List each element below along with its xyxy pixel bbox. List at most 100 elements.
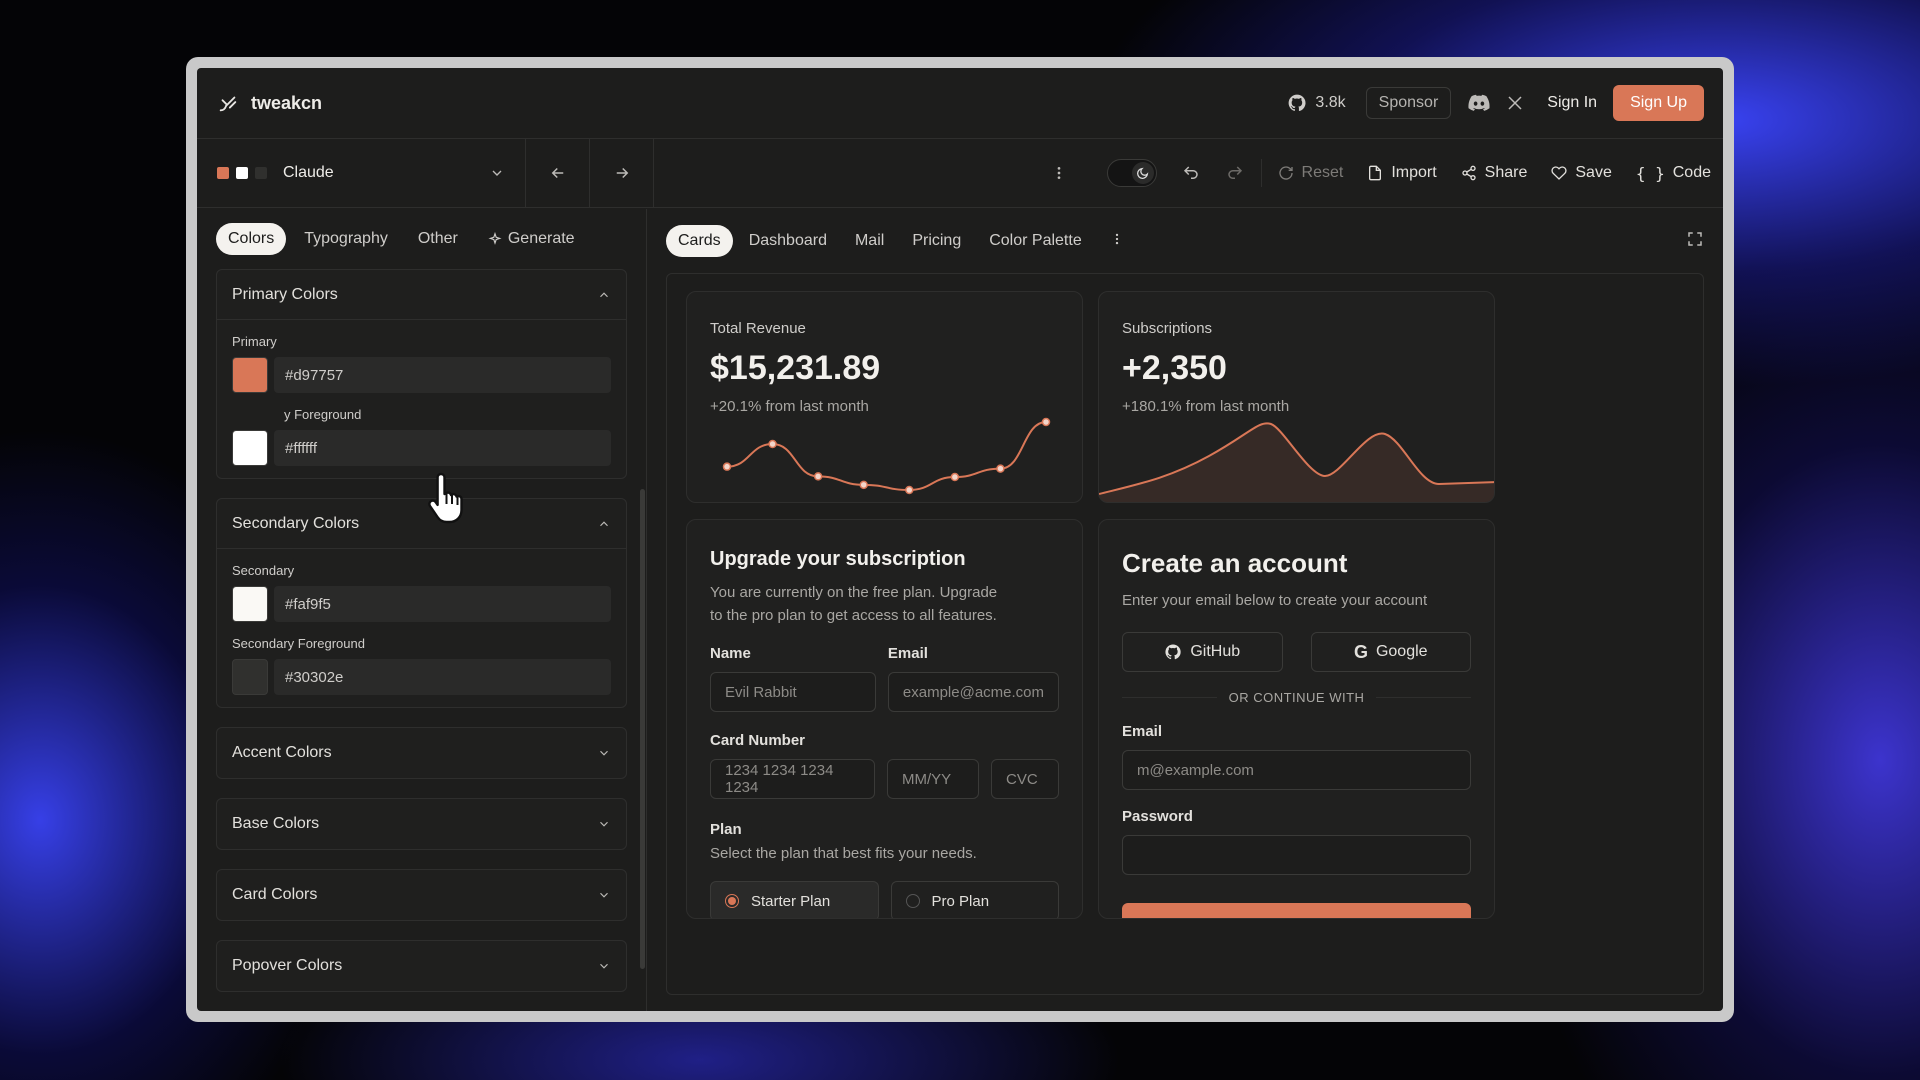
color-swatch-secondary[interactable] bbox=[232, 586, 268, 622]
revenue-point bbox=[813, 472, 823, 481]
section-title: Base Colors bbox=[232, 815, 320, 832]
section-title: Primary Colors bbox=[232, 285, 338, 303]
color-input-secondary-foreground[interactable]: #30302e bbox=[274, 659, 611, 695]
tab-other[interactable]: Other bbox=[406, 223, 470, 255]
github-oauth-button[interactable]: GitHub bbox=[1122, 632, 1283, 672]
revenue-point bbox=[768, 439, 777, 449]
google-oauth-button[interactable]: G Google bbox=[1310, 632, 1471, 672]
chevron-up-icon bbox=[600, 291, 608, 297]
github-star-count: 3.8k bbox=[1315, 94, 1346, 111]
section-primary-header[interactable]: Primary Colors bbox=[217, 270, 626, 320]
section-secondary-colors: Secondary Colors Secondary #faf9f5 Secon… bbox=[216, 498, 627, 708]
tab-generate[interactable]: Generate bbox=[476, 223, 587, 255]
section-popover-colors[interactable]: Popover Colors bbox=[216, 940, 627, 992]
hand-cursor-icon bbox=[428, 472, 463, 524]
moon-icon bbox=[1131, 162, 1154, 184]
starter-plan-label: Starter Plan bbox=[751, 892, 831, 910]
cards-preview: Total Revenue $15,231.89 +20.1% from las… bbox=[666, 273, 1704, 995]
upgrade-desc-1: You are currently on the free plan. Upgr… bbox=[710, 584, 998, 601]
tab-generate-label: Generate bbox=[507, 230, 575, 247]
theme-swatches bbox=[217, 167, 267, 179]
editor-toolbar: Claude Reset Import Share Save {} Code bbox=[197, 139, 1723, 208]
github-stars-link[interactable]: 3.8k bbox=[1287, 93, 1346, 113]
create-account-title: Create an account bbox=[1122, 548, 1348, 578]
subscriptions-area-chart bbox=[1099, 422, 1494, 502]
preview-tabs: Cards Dashboard Mail Pricing Color Palet… bbox=[647, 209, 1723, 273]
section-primary-colors: Primary Colors Primary #d97757 y Foregro… bbox=[216, 269, 627, 479]
cvc-input[interactable]: CVC bbox=[991, 759, 1059, 799]
theme-selector[interactable]: Claude bbox=[197, 139, 526, 207]
pro-plan-option[interactable]: Pro Plan bbox=[890, 881, 1059, 918]
color-input-secondary[interactable]: #faf9f5 bbox=[274, 586, 611, 622]
sign-in-link[interactable]: Sign In bbox=[1547, 94, 1597, 112]
code-button[interactable]: { } Code bbox=[1624, 164, 1723, 183]
previous-theme-button[interactable] bbox=[526, 139, 590, 207]
chevron-up-icon bbox=[600, 520, 608, 526]
password-input[interactable] bbox=[1122, 835, 1471, 875]
tab-dashboard[interactable]: Dashboard bbox=[737, 225, 839, 257]
color-swatch-primary-foreground[interactable] bbox=[232, 430, 268, 466]
tab-mail[interactable]: Mail bbox=[843, 225, 896, 257]
field-label: Secondary Foreground bbox=[232, 636, 365, 651]
save-label: Save bbox=[1575, 164, 1612, 181]
tab-typography[interactable]: Typography bbox=[292, 223, 400, 255]
sparkles-icon bbox=[488, 232, 502, 245]
redo-icon[interactable] bbox=[1223, 161, 1247, 185]
color-input-primary-foreground[interactable]: #ffffff bbox=[274, 430, 611, 466]
card-number-input[interactable]: 1234 1234 1234 1234 bbox=[710, 759, 875, 799]
import-label: Import bbox=[1391, 164, 1437, 181]
discord-icon[interactable] bbox=[1467, 91, 1491, 115]
color-swatch-secondary-foreground[interactable] bbox=[232, 659, 268, 695]
arrow-right-icon bbox=[616, 167, 628, 179]
browser-window: tweakcn 3.8k Sponsor Sign In Sign Up Cla… bbox=[186, 57, 1734, 1022]
dark-mode-toggle[interactable] bbox=[1106, 159, 1157, 187]
account-email-input[interactable]: m@example.com bbox=[1122, 750, 1471, 790]
heart-icon bbox=[1551, 166, 1567, 180]
share-icon bbox=[1462, 165, 1476, 181]
email-input[interactable]: example@acme.com bbox=[887, 672, 1059, 712]
color-input-primary[interactable]: #d97757 bbox=[274, 357, 611, 393]
file-import-icon bbox=[1369, 165, 1382, 181]
more-options-icon[interactable] bbox=[1047, 161, 1071, 185]
next-theme-button[interactable] bbox=[590, 139, 654, 207]
panel-scrollbar[interactable] bbox=[640, 489, 645, 969]
reset-button[interactable]: Reset bbox=[1266, 164, 1356, 182]
revenue-point bbox=[905, 485, 914, 495]
theme-swatch-foreground bbox=[255, 167, 267, 179]
theme-swatch-secondary bbox=[236, 167, 248, 179]
code-label: Code bbox=[1672, 164, 1711, 181]
name-input[interactable]: Evil Rabbit bbox=[710, 672, 876, 712]
theme-name: Claude bbox=[283, 164, 334, 181]
import-button[interactable]: Import bbox=[1355, 164, 1448, 182]
section-accent-colors[interactable]: Accent Colors bbox=[216, 727, 627, 779]
fullscreen-icon[interactable] bbox=[1686, 230, 1704, 253]
tab-cards[interactable]: Cards bbox=[666, 225, 733, 257]
x-twitter-icon[interactable] bbox=[1503, 91, 1527, 115]
revenue-line bbox=[726, 421, 1047, 492]
section-title: Secondary Colors bbox=[232, 514, 360, 532]
undo-icon[interactable] bbox=[1179, 161, 1203, 185]
brand[interactable]: tweakcn bbox=[217, 92, 322, 114]
or-divider: OR CONTINUE WITH bbox=[1122, 690, 1472, 705]
sign-up-button[interactable]: Sign Up bbox=[1613, 85, 1704, 121]
more-tabs-icon[interactable] bbox=[1098, 225, 1136, 258]
expiry-input[interactable]: MM/YY bbox=[887, 759, 979, 799]
section-secondary-header[interactable]: Secondary Colors bbox=[217, 499, 626, 549]
share-button[interactable]: Share bbox=[1449, 164, 1540, 182]
upgrade-title: Upgrade your subscription bbox=[710, 548, 966, 570]
upgrade-desc-2: to the pro plan to get access to all fea… bbox=[710, 607, 997, 624]
share-label: Share bbox=[1484, 164, 1528, 181]
section-card-colors[interactable]: Card Colors bbox=[216, 869, 627, 921]
starter-plan-option[interactable]: Starter Plan bbox=[710, 881, 879, 918]
tab-colors[interactable]: Colors bbox=[216, 223, 287, 255]
preview-panel: Cards Dashboard Mail Pricing Color Palet… bbox=[647, 209, 1723, 1011]
save-button[interactable]: Save bbox=[1539, 164, 1623, 182]
create-account-button[interactable] bbox=[1122, 903, 1471, 918]
tab-color-palette[interactable]: Color Palette bbox=[977, 225, 1094, 257]
tab-pricing[interactable]: Pricing bbox=[900, 225, 973, 257]
braces-icon: { } bbox=[1635, 163, 1665, 183]
color-swatch-primary[interactable] bbox=[232, 357, 268, 393]
sponsor-button[interactable]: Sponsor bbox=[1365, 87, 1452, 119]
chevron-down-icon bbox=[492, 170, 502, 176]
section-base-colors[interactable]: Base Colors bbox=[216, 798, 627, 850]
